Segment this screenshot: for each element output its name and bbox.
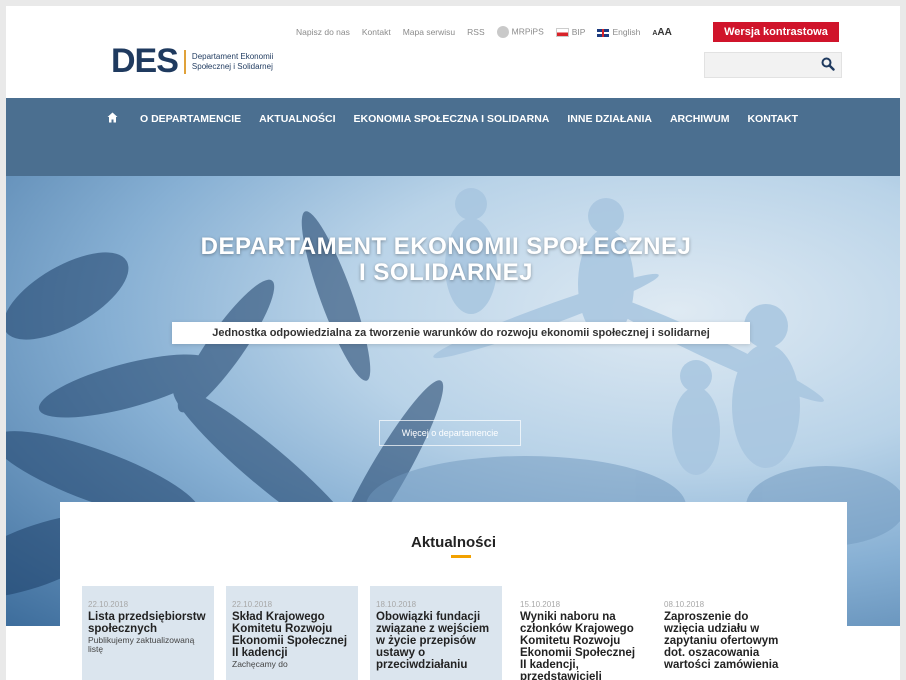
hero-title: DEPARTAMENT EKONOMII SPOŁECZNEJ I SOLIDA…	[136, 234, 756, 286]
nav-item-aktualnosci[interactable]: AKTUALNOŚCI	[259, 113, 335, 125]
news-card-date: 22.10.2018	[88, 600, 129, 609]
bip-link[interactable]: BIP	[555, 26, 586, 38]
news-card-date: 22.10.2018	[232, 600, 273, 609]
search-icon[interactable]	[821, 57, 835, 76]
font-size-large: AA	[657, 26, 672, 38]
news-card-title[interactable]: Obowiązki fundacji związane z wejściem w…	[376, 611, 496, 671]
news-card-desc: Publikujemy zaktualizowaną listę	[88, 635, 195, 654]
nav-item-kontakt[interactable]: KONTAKT	[747, 113, 798, 125]
logo-divider	[183, 49, 186, 74]
news-heading-underline	[451, 555, 471, 558]
hero-title-line-2: I SOLIDARNEJ	[358, 259, 534, 286]
news-heading: Aktualności	[410, 534, 497, 551]
logo-line-1: Departament Ekonomii	[191, 51, 274, 61]
uk-flag-icon	[597, 28, 610, 37]
more-about-department-button[interactable]: Więcej o departamencie	[379, 420, 521, 446]
contact-us-link[interactable]: Napisz do nas	[296, 27, 350, 37]
site-header: DES Departament Ekonomii Społecznej i So…	[6, 6, 900, 98]
nav-item-archiwum[interactable]: ARCHIWUM	[670, 113, 730, 125]
main-navigation: O DEPARTAMENCIE AKTUALNOŚCI EKONOMIA SPO…	[6, 98, 900, 176]
news-card-date: 18.10.2018	[376, 600, 417, 609]
rss-link[interactable]: RSS	[467, 27, 484, 37]
english-link[interactable]: English	[597, 27, 640, 37]
contact-link[interactable]: Kontakt	[362, 27, 391, 37]
site-logo[interactable]: DES Departament Ekonomii Społecznej i So…	[111, 42, 273, 81]
logo-mark: DES	[111, 42, 179, 80]
utility-bar: Napisz do nas Kontakt Mapa serwisu RSS M…	[296, 26, 672, 38]
news-card[interactable]: 15.10.2018 Wyniki naboru na członków Kra…	[514, 586, 646, 680]
nav-item-inne-dzialania[interactable]: INNE DZIAŁANIA	[567, 113, 652, 125]
bip-label: BIP	[571, 26, 586, 37]
nav-items: O DEPARTAMENCIE AKTUALNOŚCI EKONOMIA SPO…	[107, 110, 816, 128]
news-card-title[interactable]: Lista przedsiębiorstw społecznych	[88, 611, 208, 635]
hero-title-line-1: DEPARTAMENT EKONOMII SPOŁECZNEJ	[200, 233, 692, 260]
browser-viewport: DES Departament Ekonomii Społecznej i So…	[6, 6, 900, 680]
nav-item-ekonomia[interactable]: EKONOMIA SPOŁECZNA I SOLIDARNA	[354, 113, 550, 125]
hero-subtitle: Jednostka odpowiedzialna za tworzenie wa…	[172, 322, 750, 344]
news-card-title[interactable]: Skład Krajowego Komitetu Rozwoju Ekonomi…	[232, 611, 352, 659]
search-input[interactable]	[704, 52, 842, 78]
logo-text: Departament Ekonomii Społecznej i Solida…	[192, 52, 273, 72]
home-icon[interactable]	[107, 110, 118, 128]
sitemap-link[interactable]: Mapa serwisu	[403, 27, 455, 37]
logo-line-2: Społecznej i Solidarnej	[191, 61, 273, 71]
news-cards: 22.10.2018 Lista przedsiębiorstw społecz…	[82, 586, 802, 680]
mrpips-link[interactable]: MRPiPS	[496, 26, 544, 38]
news-card-desc: Zachęcamy do	[232, 659, 288, 669]
news-card[interactable]: 08.10.2018 Zaproszenie do wzięcia udział…	[658, 586, 790, 680]
news-card[interactable]: 22.10.2018 Skład Krajowego Komitetu Rozw…	[226, 586, 358, 680]
news-card-date: 15.10.2018	[520, 600, 561, 609]
news-card[interactable]: 18.10.2018 Obowiązki fundacji związane z…	[370, 586, 502, 680]
polish-flag-icon	[555, 28, 569, 38]
nav-item-o-departamencie[interactable]: O DEPARTAMENCIE	[140, 113, 241, 125]
mrpips-label: MRPiPS	[511, 26, 544, 37]
eagle-emblem-icon	[496, 26, 509, 38]
news-card-title[interactable]: Wyniki naboru na członków Krajowego Komi…	[520, 611, 640, 680]
news-section: Aktualności 22.10.2018 Lista przedsiębio…	[60, 502, 847, 680]
english-label: English	[612, 27, 641, 37]
contrast-version-button[interactable]: Wersja kontrastowa	[713, 22, 839, 42]
news-card-date: 08.10.2018	[664, 600, 705, 609]
news-card-title[interactable]: Zaproszenie do wzięcia udziału w zapytan…	[664, 611, 784, 671]
news-card[interactable]: 22.10.2018 Lista przedsiębiorstw społecz…	[82, 586, 214, 680]
font-size-toggle[interactable]: AAA	[652, 27, 672, 38]
